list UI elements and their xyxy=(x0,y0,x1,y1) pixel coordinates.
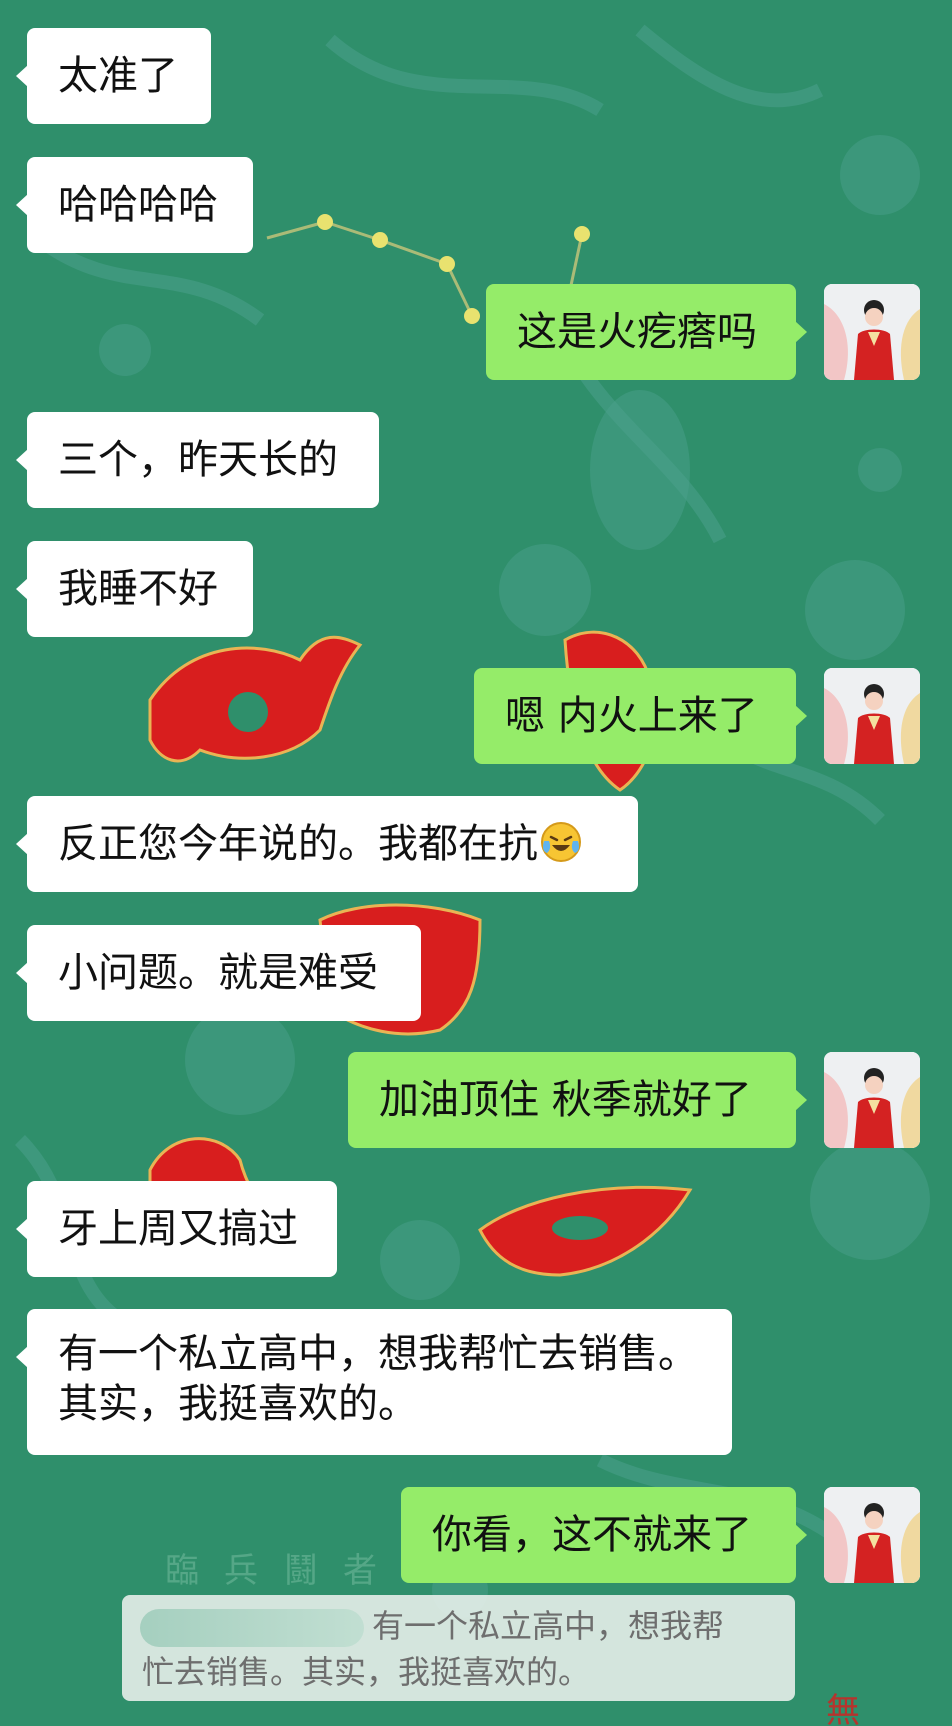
quoted-message[interactable]: 有一个私立高中，想我帮 忙去销售。其实，我挺喜欢的。 xyxy=(122,1595,795,1701)
message-text: 小问题。就是难受 xyxy=(58,950,378,996)
message-text-line: 有一个私立高中，想我帮忙去销售。 xyxy=(58,1331,698,1377)
chat-area: 太准了 哈哈哈哈 这是火疙瘩吗 三个，昨天长的 我睡不好 嗯 内火上来了 反正您… xyxy=(0,0,952,1726)
user-avatar[interactable] xyxy=(824,1487,920,1583)
message-received[interactable]: 太准了 xyxy=(16,28,211,124)
crying-laughing-face-icon xyxy=(540,821,582,863)
message-received[interactable]: 我睡不好 xyxy=(16,541,253,637)
message-text: 太准了 xyxy=(58,53,178,99)
message-sent[interactable]: 你看，这不就来了 xyxy=(401,1487,807,1583)
message-text: 嗯 内火上来了 xyxy=(505,693,758,739)
message-text: 加油顶住 秋季就好了 xyxy=(379,1077,752,1123)
user-avatar[interactable] xyxy=(824,668,920,764)
message-received[interactable]: 小问题。就是难受 xyxy=(16,925,421,1021)
message-sent[interactable]: 这是火疙瘩吗 xyxy=(486,284,807,380)
redacted-sender-name xyxy=(140,1609,364,1647)
message-text-line: 其实，我挺喜欢的。 xyxy=(58,1381,418,1427)
message-text: 这是火疙瘩吗 xyxy=(517,309,757,355)
quote-text-line: 忙去销售。其实，我挺喜欢的。 xyxy=(142,1653,591,1691)
message-received[interactable]: 有一个私立高中，想我帮忙去销售。 其实，我挺喜欢的。 xyxy=(16,1309,732,1455)
message-sent[interactable]: 嗯 内火上来了 xyxy=(474,668,807,764)
message-text: 反正您今年说的。我都在抗 xyxy=(58,821,538,867)
message-received[interactable]: 哈哈哈哈 xyxy=(16,157,253,253)
message-sent[interactable]: 加油顶住 秋季就好了 xyxy=(348,1052,807,1148)
user-avatar[interactable] xyxy=(824,284,920,380)
message-text: 哈哈哈哈 xyxy=(58,182,218,228)
message-received[interactable]: 反正您今年说的。我都在抗 xyxy=(16,796,638,892)
message-received[interactable]: 牙上周又搞过 xyxy=(16,1181,337,1277)
quote-text-line: 有一个私立高中，想我帮 xyxy=(372,1607,725,1645)
message-text: 你看，这不就来了 xyxy=(432,1512,752,1558)
message-received[interactable]: 三个，昨天长的 xyxy=(16,412,379,508)
user-avatar[interactable] xyxy=(824,1052,920,1148)
message-text: 我睡不好 xyxy=(58,566,218,612)
message-text: 三个，昨天长的 xyxy=(58,437,338,483)
message-text: 牙上周又搞过 xyxy=(58,1206,298,1252)
